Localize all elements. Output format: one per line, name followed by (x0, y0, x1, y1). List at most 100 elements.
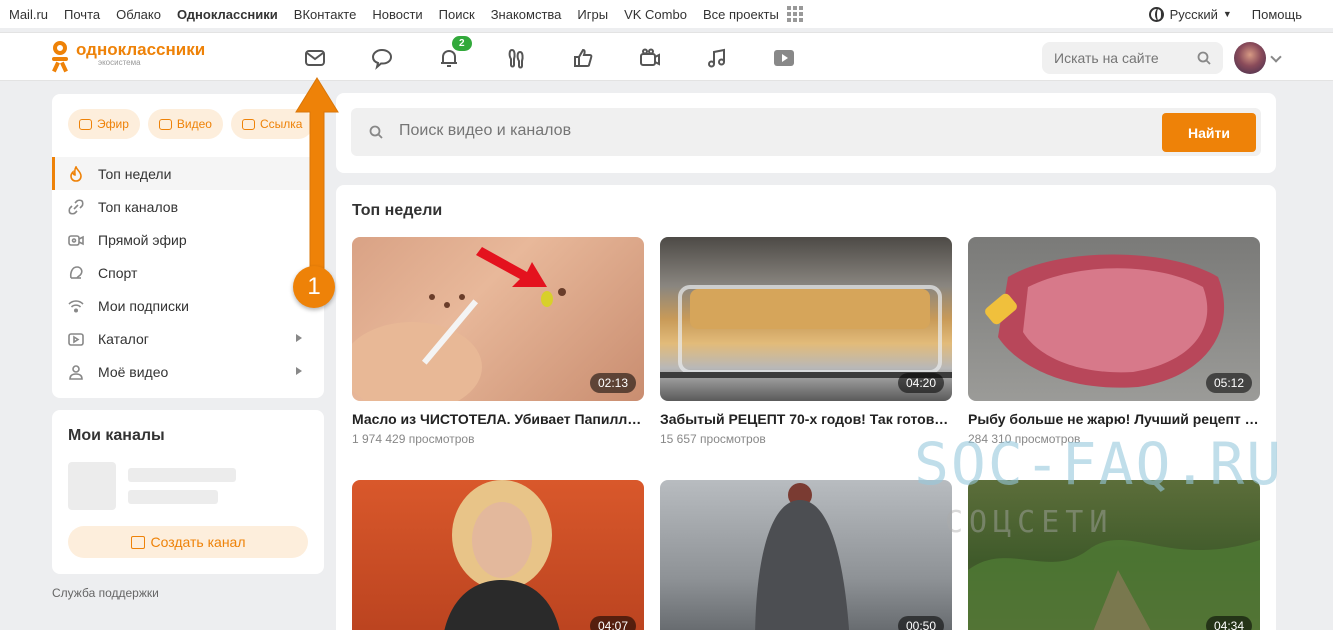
video-search-bar: Найти (351, 108, 1261, 156)
wifi-icon (68, 298, 84, 314)
sidebar-item-top-channels[interactable]: Топ каналов (52, 190, 324, 223)
video-card[interactable]: 04:34 (968, 480, 1260, 630)
support-link[interactable]: Служба поддержки (52, 586, 159, 600)
video-duration: 00:50 (897, 616, 944, 630)
link-icon (68, 198, 84, 215)
video-pill-button[interactable]: Видео (147, 109, 223, 139)
video-title[interactable]: Рыбу больше не жарю! Лучший рецепт … (968, 411, 1260, 427)
caret-down-icon: ▼ (1222, 9, 1232, 19)
sidebar-item-live[interactable]: Прямой эфир (52, 223, 324, 256)
sidebar-item-label: Каталог (98, 330, 149, 347)
broadcast-icon (79, 118, 92, 130)
sidebar-item-subscriptions[interactable]: Мои подписки (52, 289, 324, 322)
video-thumbnail[interactable]: 02:13 (352, 237, 644, 401)
video-title[interactable]: Масло из ЧИСТОТЕЛА. Убивает Папилл… (352, 411, 644, 427)
video-duration: 04:20 (897, 373, 944, 393)
portal-link-dating[interactable]: Знакомства (491, 7, 562, 22)
sidebar-item-label: Спорт (98, 264, 138, 281)
video-card[interactable]: 02:13 Масло из ЧИСТОТЕЛА. Убивает Папилл… (352, 237, 644, 446)
video-thumbnail[interactable]: 00:50 (660, 480, 952, 630)
sidebar-item-my-video[interactable]: Моё видео (52, 355, 324, 388)
portal-link-all-projects[interactable]: Все проекты (703, 7, 779, 22)
portal-link-ok[interactable]: Одноклассники (177, 7, 278, 22)
sidebar-menu: Топ недели Топ каналов Прямой эфир Спорт… (52, 157, 324, 388)
watermark: SOC-FAQ.RU (914, 430, 1284, 498)
help-link[interactable]: Помощь (1252, 7, 1302, 22)
video-title[interactable]: Забытый РЕЦЕПТ 70-х годов! Так готов… (660, 411, 952, 427)
sidebar-item-label: Прямой эфир (98, 231, 187, 248)
video-views: 1 974 429 просмотров (352, 432, 475, 446)
create-channel-button[interactable]: Создать канал (68, 526, 308, 558)
chevron-right-icon (296, 334, 302, 342)
video-duration: 04:07 (589, 616, 636, 630)
ok-logo-icon (50, 41, 70, 71)
logo-text: одноклассники (76, 40, 206, 59)
video-duration: 05:12 (1205, 373, 1252, 393)
apps-grid-icon[interactable] (786, 6, 803, 22)
music-icon[interactable] (704, 45, 730, 71)
avatar[interactable] (1234, 42, 1266, 74)
video-add-icon (158, 118, 172, 130)
guests-icon[interactable] (503, 45, 529, 71)
sidebar-item-catalog[interactable]: Каталог (52, 322, 324, 355)
chevron-right-icon (296, 367, 302, 375)
likes-icon[interactable] (570, 45, 596, 71)
video-thumbnail[interactable]: 04:20 (660, 237, 952, 401)
channel-placeholder-avatar (68, 462, 116, 510)
live-pill-button[interactable]: Эфир (68, 109, 140, 139)
mail-icon[interactable] (302, 45, 328, 71)
language-selector[interactable]: Русский ▼ (1148, 6, 1232, 22)
language-label: Русский (1169, 6, 1218, 22)
step-number-badge: 1 (293, 266, 335, 308)
video-search-input[interactable] (399, 122, 1099, 140)
watermark-subtitle: СОЦСЕТИ (945, 505, 1114, 540)
channel-placeholder-line (128, 490, 218, 504)
sidebar-item-label: Мои подписки (98, 297, 189, 314)
find-button[interactable]: Найти (1162, 113, 1256, 152)
chevron-down-icon[interactable] (1270, 51, 1282, 63)
channel-placeholder-line (128, 468, 236, 482)
video-card[interactable]: 04:07 (352, 480, 644, 630)
user-icon (68, 364, 84, 380)
portal-link-search[interactable]: Поиск (439, 7, 475, 22)
sport-icon (68, 265, 84, 281)
section-title: Топ недели (352, 202, 443, 219)
video-thumbnail[interactable]: 04:34 (968, 480, 1260, 630)
video-thumbnail[interactable]: 05:12 (968, 237, 1260, 401)
notifications-badge: 2 (452, 36, 472, 51)
video-views: 15 657 просмотров (660, 432, 766, 446)
portal-link-vk[interactable]: ВКонтакте (294, 7, 357, 22)
portal-link-cloud[interactable]: Облако (116, 7, 161, 22)
video-card[interactable]: 04:20 Забытый РЕЦЕПТ 70-х годов! Так гот… (660, 237, 952, 446)
site-search[interactable] (1042, 42, 1223, 74)
video-card[interactable]: 05:12 Рыбу больше не жарю! Лучший рецепт… (968, 237, 1260, 446)
globe-icon (1148, 6, 1164, 22)
search-icon[interactable] (1197, 51, 1211, 65)
video-thumbnail[interactable]: 04:07 (352, 480, 644, 630)
sidebar-item-label: Топ недели (98, 165, 172, 182)
portal-link-news[interactable]: Новости (372, 7, 422, 22)
chat-icon[interactable] (369, 45, 395, 71)
link-icon (241, 118, 255, 130)
sidebar-item-sport[interactable]: Спорт (52, 256, 324, 289)
portal-link-mail[interactable]: Почта (64, 7, 100, 22)
site-search-input[interactable] (1054, 50, 1194, 66)
create-pills: Эфир Видео Ссылка (68, 109, 321, 139)
video-search-card: Найти (336, 93, 1276, 173)
create-channel-label: Создать канал (150, 534, 246, 550)
sidebar-item-label: Моё видео (98, 363, 169, 380)
portal-link-mailru[interactable]: Mail.ru (9, 7, 48, 22)
bell-icon[interactable]: 2 (436, 36, 472, 71)
portal-bar: Mail.ru Почта Облако Одноклассники ВКонт… (0, 0, 1333, 28)
video-icon[interactable] (771, 45, 797, 71)
channel-add-icon (130, 535, 145, 549)
pill-label: Видео (176, 117, 212, 131)
my-channels-title: Мои каналы (68, 427, 165, 444)
video-sidebar: Эфир Видео Ссылка Топ недели Топ каналов… (52, 94, 324, 398)
site-header: одноклассники экосистема 2 (0, 32, 1333, 81)
video-card[interactable]: 00:50 (660, 480, 952, 630)
portal-link-vkcombo[interactable]: VK Combo (624, 7, 687, 22)
sidebar-item-top-week[interactable]: Топ недели (52, 157, 324, 190)
portal-link-games[interactable]: Игры (577, 7, 608, 22)
camera-icon[interactable] (637, 45, 663, 71)
